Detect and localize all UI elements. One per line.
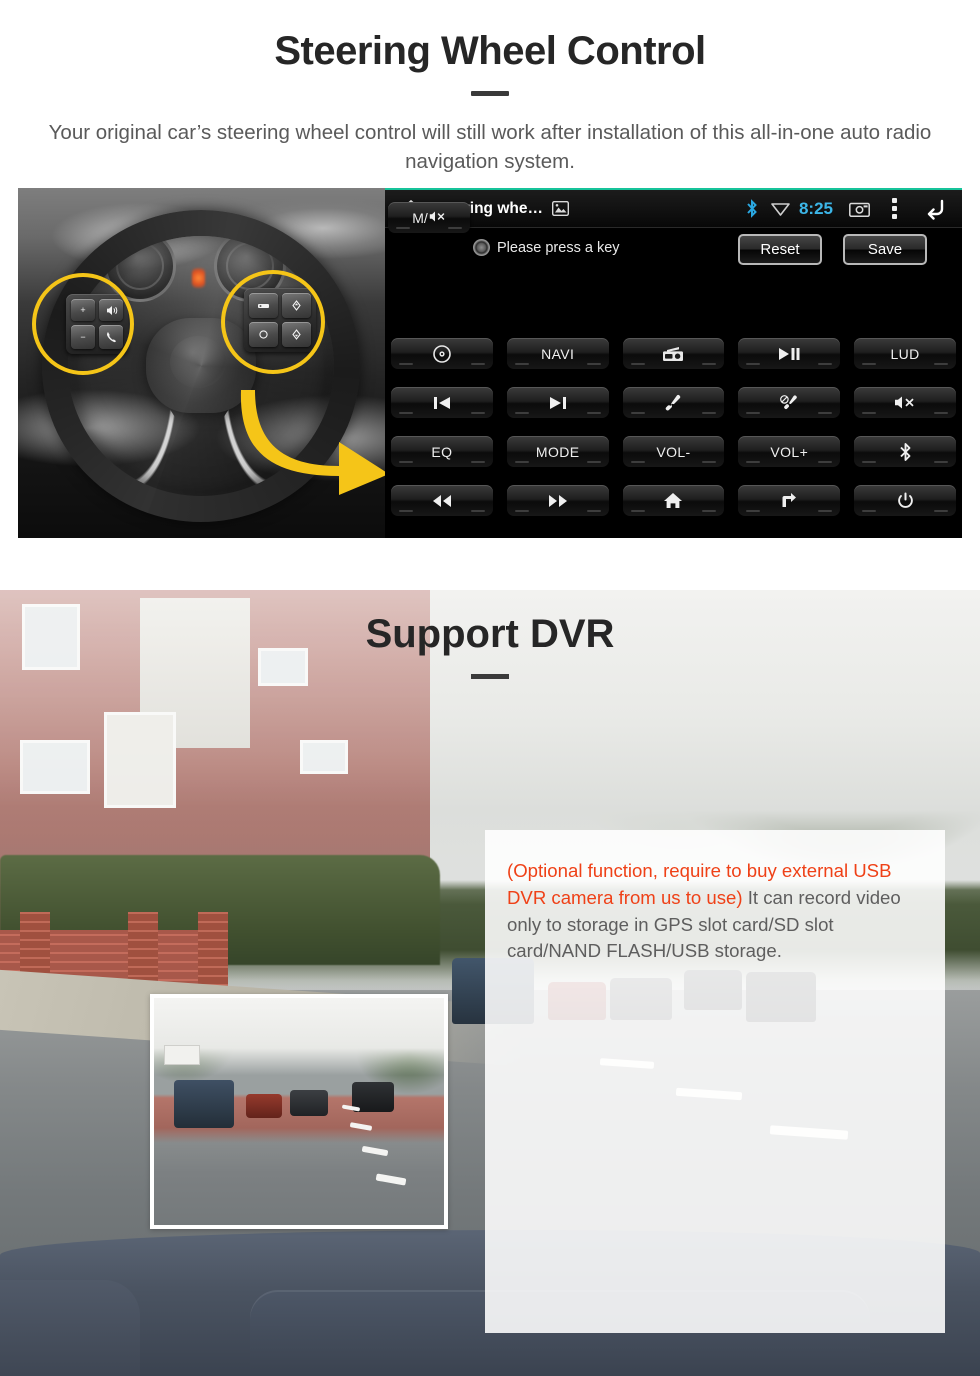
swc-button-previous[interactable] [391, 387, 493, 418]
bluetooth-icon [746, 199, 758, 218]
press-key-indicator: Please press a key [473, 239, 620, 256]
radio-icon [662, 346, 684, 362]
swc-label-vol-down: VOL- [656, 443, 691, 460]
dvr-title-divider [471, 674, 509, 679]
play-pause-icon [777, 347, 801, 361]
swc-button-mode[interactable]: MODE [506, 436, 609, 467]
steering-media-row: + − Steering whe… 8:25 Please press a ke… [18, 188, 962, 538]
phone-answer-icon [663, 394, 683, 412]
back-arrow-icon[interactable] [924, 198, 948, 220]
home-icon [663, 492, 683, 509]
swc-button-radio[interactable] [622, 338, 725, 369]
save-button[interactable]: Save [843, 234, 927, 265]
preview-car [246, 1094, 282, 1118]
swc-button-fast-forward[interactable] [506, 485, 609, 516]
swc-button-play-pause[interactable] [738, 338, 841, 369]
swc-button-home[interactable] [622, 485, 725, 516]
disc-icon [433, 344, 451, 363]
next-track-icon [548, 396, 568, 410]
swc-button-mute[interactable] [854, 387, 956, 418]
swc-button-hangup-call[interactable] [738, 387, 841, 418]
mute-toggle-button[interactable]: M/ [388, 202, 470, 233]
swc-button-bluetooth[interactable] [854, 436, 956, 467]
swc-button-power[interactable] [854, 485, 956, 516]
preview-suv [174, 1080, 234, 1128]
swc-label-navi: NAVI [541, 345, 575, 362]
key-assignment-grid: NAVI LUD EQ MODE VOL- VOL+ [385, 338, 962, 516]
status-bar: Steering whe… 8:25 [385, 190, 962, 228]
camera-icon[interactable] [849, 201, 870, 217]
dvr-preview-inset [150, 994, 448, 1229]
wifi-icon [771, 201, 790, 216]
swc-button-lud[interactable]: LUD [854, 338, 956, 369]
swc-button-volume-up[interactable]: VOL+ [738, 436, 841, 467]
swc-button-navi[interactable]: NAVI [506, 338, 609, 369]
head-unit-screen: Steering whe… 8:25 Please press a key Re… [385, 188, 962, 538]
mute-speaker-icon [894, 395, 916, 410]
mute-button-label: M/ [412, 209, 428, 226]
window [300, 740, 348, 774]
swc-button-next[interactable] [506, 387, 609, 418]
prompt-row: Please press a key Reset Save [385, 228, 962, 272]
dvr-info-text: (Optional function, require to buy exter… [485, 830, 945, 965]
reset-button[interactable]: Reset [738, 234, 822, 265]
bluetooth-icon [899, 442, 912, 462]
fast-forward-icon [546, 494, 570, 508]
clock: 8:25 [798, 198, 833, 218]
right-controls-highlight [221, 270, 325, 374]
swc-label-eq: EQ [431, 443, 453, 460]
picture-icon[interactable] [551, 200, 569, 217]
dvr-info-panel: (Optional function, require to buy exter… [485, 830, 945, 1333]
steering-wheel-control-section: Steering Wheel Control Your original car… [0, 0, 980, 580]
support-dvr-section: Support DVR (Optional function, require … [0, 590, 980, 1376]
previous-track-icon [432, 396, 452, 410]
window [20, 740, 90, 794]
swc-button-volume-down[interactable]: VOL- [622, 436, 725, 467]
dvr-section-title: Support DVR [365, 612, 615, 656]
pointer-arrow [233, 380, 385, 495]
page-title: Steering Wheel Control [274, 29, 706, 73]
page-subtitle: Your original car’s steering wheel contr… [48, 121, 932, 174]
title-divider [471, 91, 509, 96]
power-icon [897, 492, 914, 510]
swc-label-mode: MODE [535, 443, 580, 460]
preview-car [290, 1090, 328, 1116]
swc-button-answer-call[interactable] [622, 387, 725, 418]
mute-toggle-wrapper: M/ [388, 202, 470, 233]
phone-hangup-icon [779, 394, 799, 412]
swc-label-lud: LUD [890, 345, 920, 362]
overflow-menu-icon[interactable] [892, 198, 897, 219]
indicator-led-icon [473, 239, 490, 256]
rewind-icon [430, 494, 454, 508]
press-key-text: Please press a key [497, 239, 620, 256]
mute-speaker-icon [429, 210, 446, 226]
steering-wheel-photo: + − [18, 188, 385, 538]
swc-button-disc[interactable] [391, 338, 493, 369]
swc-button-eq[interactable]: EQ [391, 436, 493, 467]
return-arrow-icon [780, 492, 798, 509]
porch [104, 712, 176, 808]
swc-button-return[interactable] [738, 485, 841, 516]
left-controls-highlight [32, 273, 134, 375]
dashboard-left-vent [0, 1280, 140, 1376]
swc-label-vol-up: VOL+ [770, 443, 809, 460]
swc-button-rewind[interactable] [391, 485, 493, 516]
for-sale-sign [164, 1045, 200, 1065]
